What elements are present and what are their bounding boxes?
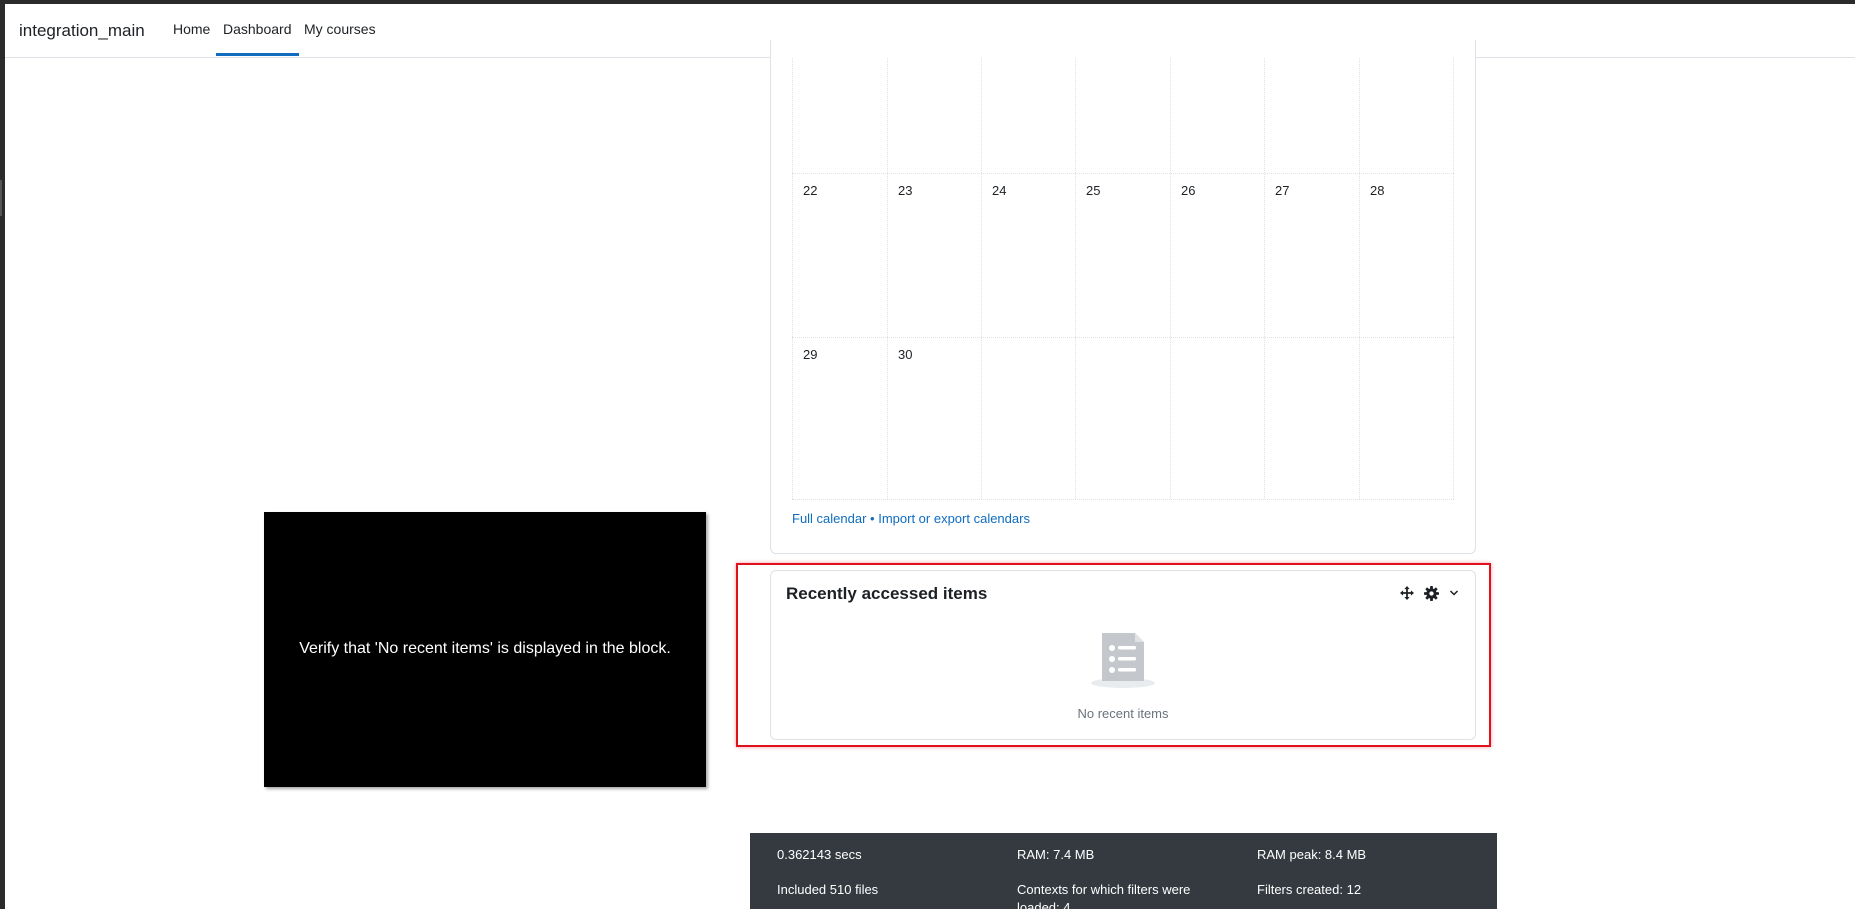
- performance-info-footer: 0.362143 secs RAM: 7.4 MB RAM peak: 8.4 …: [750, 833, 1497, 915]
- calendar-day-cell[interactable]: 30: [887, 338, 981, 499]
- perf-included-files: Included 510 files: [777, 882, 879, 897]
- calendar-day-number: 28: [1370, 183, 1385, 198]
- move-icon[interactable]: [1400, 586, 1414, 600]
- calendar-day-cell[interactable]: [887, 58, 981, 173]
- calendar-day-number: 26: [1181, 183, 1196, 198]
- block-title: Recently accessed items: [786, 584, 988, 603]
- window-frame-left: [0, 0, 5, 909]
- perf-ram: RAM: 7.4 MB: [1017, 847, 1095, 862]
- calendar-day-cell[interactable]: 25: [1075, 174, 1170, 337]
- calendar-month-grid: 22 23 24 25 26 27 28 29 30: [792, 58, 1454, 500]
- calendar-day-cell[interactable]: 26: [1170, 174, 1264, 337]
- calendar-day-cell[interactable]: [1075, 58, 1170, 173]
- import-export-calendars-link[interactable]: Import or export calendars: [878, 511, 1030, 526]
- calendar-day-cell[interactable]: 28: [1359, 174, 1454, 337]
- nav-my-courses-link[interactable]: My courses: [304, 21, 376, 37]
- block-controls: [1400, 583, 1459, 603]
- calendar-day-cell: [1359, 338, 1454, 499]
- test-instruction-overlay: Verify that 'No recent items' is display…: [264, 512, 706, 787]
- calendar-day-cell[interactable]: [1359, 58, 1454, 173]
- calendar-day-cell: [1264, 338, 1359, 499]
- chevron-down-icon[interactable]: [1449, 588, 1459, 598]
- calendar-day-cell[interactable]: 27: [1264, 174, 1359, 337]
- calendar-week-row: 22 23 24 25 26 27 28: [792, 174, 1454, 338]
- no-recent-items-message: No recent items: [1077, 706, 1169, 721]
- nav-dashboard-link[interactable]: Dashboard: [216, 21, 298, 56]
- overlay-instruction-text: Verify that 'No recent items' is display…: [299, 640, 671, 657]
- calendar-day-cell: [1170, 338, 1264, 499]
- calendar-day-number: 30: [898, 347, 913, 362]
- calendar-day-number: 25: [1086, 183, 1101, 198]
- calendar-week-row: [792, 58, 1454, 174]
- link-separator: •: [866, 511, 879, 526]
- perf-filters-created: Filters created: 12: [1257, 882, 1362, 897]
- perf-time: 0.362143 secs: [777, 847, 862, 862]
- calendar-day-number: 24: [992, 183, 1007, 198]
- calendar-day-number: 29: [803, 347, 818, 362]
- calendar-day-number: 23: [898, 183, 913, 198]
- recently-accessed-items-block: Recently accessed items No recent items: [770, 570, 1476, 740]
- nav-home-link[interactable]: Home: [173, 21, 210, 37]
- calendar-day-cell[interactable]: 24: [981, 174, 1075, 337]
- calendar-footer-links: Full calendar • Import or export calenda…: [792, 511, 1030, 526]
- calendar-day-cell[interactable]: [981, 58, 1075, 173]
- site-brand[interactable]: integration_main: [19, 21, 145, 41]
- calendar-day-cell[interactable]: [1170, 58, 1264, 173]
- calendar-day-cell[interactable]: 29: [792, 338, 887, 499]
- gear-icon[interactable]: [1424, 585, 1439, 601]
- empty-list-icon: [1090, 631, 1156, 689]
- full-calendar-link[interactable]: Full calendar: [792, 511, 866, 526]
- calendar-week-row: 29 30: [792, 338, 1454, 500]
- window-frame-handle: [0, 180, 2, 216]
- calendar-day-cell[interactable]: [792, 58, 887, 173]
- calendar-day-number: 22: [803, 183, 818, 198]
- perf-ram-peak: RAM peak: 8.4 MB: [1257, 847, 1367, 862]
- perf-filter-contexts: Contexts for which filters were loaded: …: [1017, 882, 1191, 915]
- calendar-day-cell[interactable]: [1264, 58, 1359, 173]
- calendar-day-cell: [981, 338, 1075, 499]
- calendar-day-cell[interactable]: 22: [792, 174, 887, 337]
- calendar-day-cell: [1075, 338, 1170, 499]
- calendar-day-cell[interactable]: 23: [887, 174, 981, 337]
- calendar-day-number: 27: [1275, 183, 1290, 198]
